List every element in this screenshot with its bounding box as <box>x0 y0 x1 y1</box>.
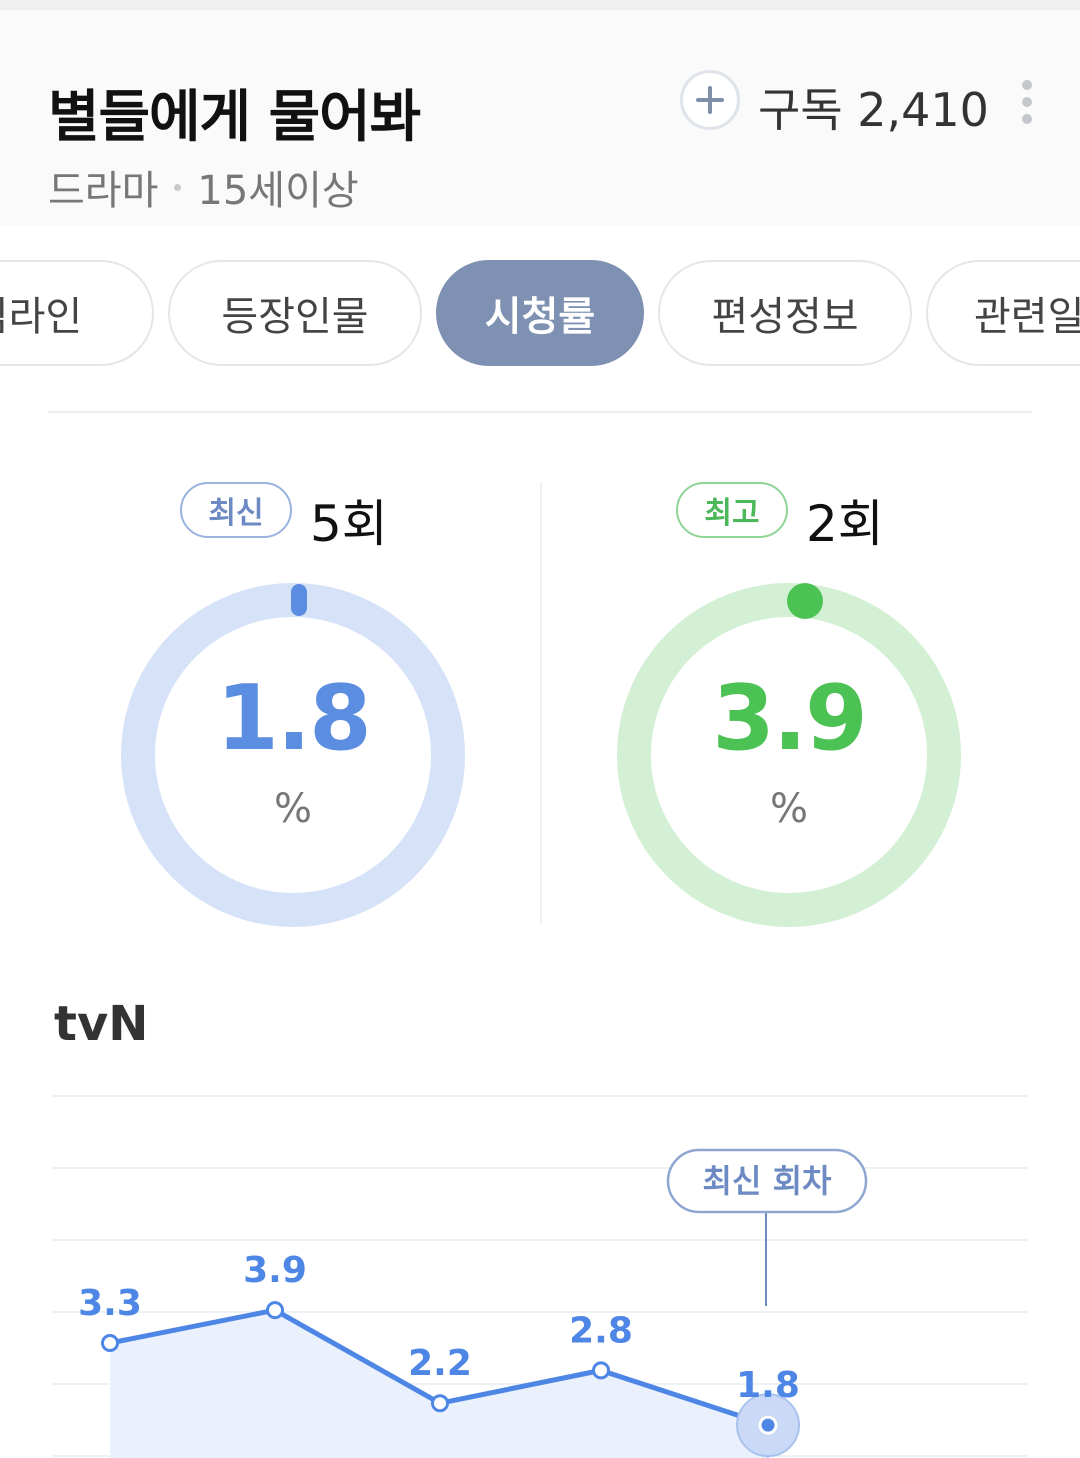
annotation-label: 최신 회차 <box>703 1162 832 1200</box>
meta-separator-dot <box>174 183 182 191</box>
program-title: 별들에게 물어봐 <box>48 85 421 150</box>
tab-timeline[interactable]: 임라인 <box>0 260 154 366</box>
more-options-icon[interactable] <box>1016 80 1038 124</box>
latest-badge: 최신 <box>180 482 292 538</box>
divider <box>48 411 1032 413</box>
data-label: 3.3 <box>78 1283 142 1324</box>
ratings-line-chart: 최신 회차 3.3 3.9 2.2 2.8 1.8 <box>52 1095 1028 1458</box>
genre-label: 드라마 <box>48 168 159 214</box>
latest-rating-unit: % <box>273 786 312 832</box>
best-rating-value: 3.9 <box>712 666 867 771</box>
data-point <box>266 1301 284 1320</box>
dot <box>1022 80 1032 90</box>
dot <box>1022 97 1032 107</box>
dot <box>1022 114 1032 124</box>
tab-ratings[interactable]: 시청률 <box>436 260 644 366</box>
age-rating-label: 15세이상 <box>197 168 359 214</box>
tab-related[interactable]: 관련일 <box>926 260 1080 366</box>
tab-schedule[interactable]: 편성정보 <box>658 260 912 366</box>
best-rating-unit: % <box>769 786 808 832</box>
ring-progress-marker <box>787 583 823 619</box>
data-label: 3.9 <box>243 1250 307 1291</box>
data-label: 2.8 <box>569 1310 633 1351</box>
best-episode: 2회 <box>806 495 884 553</box>
best-rating-panel: 최고 2회 3.9 % <box>518 470 1058 940</box>
channel-name: tvN <box>54 996 149 1052</box>
data-point <box>758 1415 778 1435</box>
subscriber-count[interactable]: 구독 2,410 <box>758 74 989 140</box>
tab-characters[interactable]: 등장인물 <box>168 260 422 366</box>
plus-icon <box>696 86 724 114</box>
best-badge: 최고 <box>676 482 788 538</box>
subscribe-button[interactable] <box>680 70 740 130</box>
latest-rating-value: 1.8 <box>216 666 371 771</box>
latest-rating-panel: 최신 5회 1.8 % <box>22 470 562 940</box>
tab-bar: 임라인 등장인물 시청률 편성정보 관련일 <box>0 260 1080 368</box>
top-status-band <box>0 0 1080 10</box>
data-point <box>101 1334 119 1352</box>
data-label: 2.2 <box>408 1343 472 1384</box>
latest-episode: 5회 <box>310 495 388 553</box>
data-label: 1.8 <box>736 1365 800 1406</box>
program-meta: 드라마 15세이상 <box>48 158 359 216</box>
data-point <box>592 1361 610 1380</box>
data-point <box>431 1394 449 1413</box>
